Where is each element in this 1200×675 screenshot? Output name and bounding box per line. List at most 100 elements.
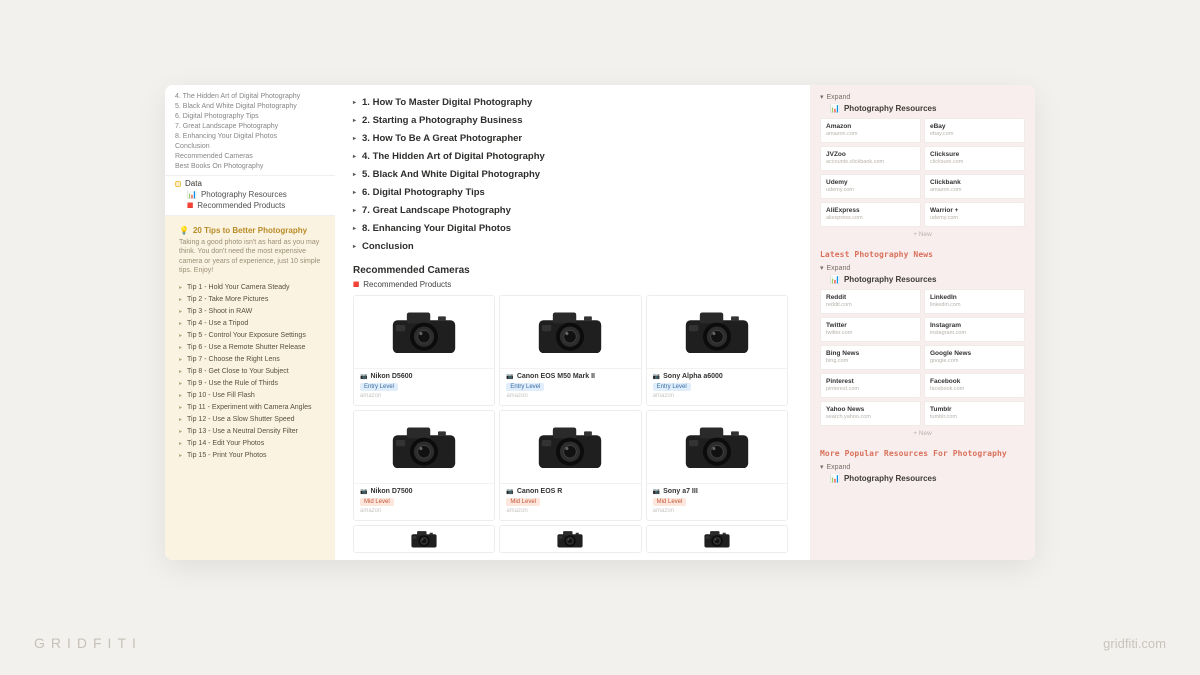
content-heading[interactable]: ▸1. How To Master Digital Photography [353, 93, 788, 111]
sidebar-nav-item[interactable]: 5. Black And White Digital Photography [175, 101, 325, 111]
content-heading[interactable]: ▸3. How To Be A Great Photographer [353, 129, 788, 147]
content-heading[interactable]: ▸6. Digital Photography Tips [353, 183, 788, 201]
camera-card[interactable]: 📷Sony a7 IIIMid Levelamazon [646, 410, 788, 521]
resource-card[interactable]: Instagraminstagram.com [924, 317, 1025, 342]
tip-item[interactable]: ▸Tip 9 - Use the Rule of Thirds [179, 378, 323, 390]
tip-item[interactable]: ▸Tip 4 - Use a Tripod [179, 318, 323, 330]
camera-card-peek[interactable] [353, 525, 495, 553]
resource-url: linkedin.com [930, 302, 1019, 308]
content-heading[interactable]: ▸Conclusion [353, 237, 788, 255]
camera-name: 📷Sony Alpha a6000 [653, 373, 781, 380]
resource-title: Udemy [826, 179, 915, 186]
resource-url: facebook.com [930, 386, 1019, 392]
resource-card[interactable]: Google Newsgoogle.com [924, 345, 1025, 370]
camera-thumb [354, 296, 494, 368]
sidebar-item-recommended[interactable]: Recommended Products [175, 199, 325, 210]
resource-card[interactable]: AliExpressaliexpress.com [820, 202, 921, 227]
content-heading[interactable]: ▸8. Enhancing Your Digital Photos [353, 219, 788, 237]
resource-card[interactable]: eBayebay.com [924, 118, 1025, 143]
sidebar-nav-item[interactable]: 6. Digital Photography Tips [175, 111, 325, 121]
expand-toggle-3[interactable]: Expand [820, 461, 1025, 474]
camera-name: 📷Nikon D7500 [360, 488, 488, 495]
resource-card[interactable]: LinkedInlinkedin.com [924, 289, 1025, 314]
resource-title: Amazon [826, 123, 915, 130]
sidebar-nav-item[interactable]: 4. The Hidden Art of Digital Photography [175, 91, 325, 101]
sidebar-nav-item[interactable]: 8. Enhancing Your Digital Photos [175, 131, 325, 141]
content-heading[interactable]: ▸4. The Hidden Art of Digital Photograph… [353, 147, 788, 165]
resource-card[interactable]: Amazonamazon.com [820, 118, 921, 143]
tip-item[interactable]: ▸Tip 7 - Choose the Right Lens [179, 354, 323, 366]
resource-card[interactable]: Redditreddit.com [820, 289, 921, 314]
sidebar-nav-item[interactable]: Best Books On Photography [175, 161, 325, 171]
tip-item[interactable]: ▸Tip 11 - Experiment with Camera Angles [179, 402, 323, 414]
recommended-icon [353, 280, 359, 289]
tip-item[interactable]: ▸Tip 3 - Shoot in RAW [179, 306, 323, 318]
tip-item[interactable]: ▸Tip 14 - Edit Your Photos [179, 438, 323, 450]
resources-icon [830, 474, 840, 483]
camera-card-peek[interactable] [646, 525, 788, 553]
tip-item[interactable]: ▸Tip 8 - Get Close to Your Subject [179, 366, 323, 378]
resource-card[interactable]: Clicksureclicksure.com [924, 146, 1025, 171]
heading-text: 6. Digital Photography Tips [362, 187, 485, 198]
resource-card[interactable]: Pinterestpinterest.com [820, 373, 921, 398]
resource-card[interactable]: Udemyudemy.com [820, 174, 921, 199]
brand-watermark-right: gridfiti.com [1103, 636, 1166, 651]
tip-item[interactable]: ▸Tip 1 - Hold Your Camera Steady [179, 282, 323, 294]
camera-card[interactable]: 📷Nikon D7500Mid Levelamazon [353, 410, 495, 521]
level-badge: Entry Level [360, 383, 398, 391]
resource-title: Google News [930, 350, 1019, 357]
tip-item[interactable]: ▸Tip 13 - Use a Neutral Density Filter [179, 426, 323, 438]
resources-title-3[interactable]: Photography Resources [820, 474, 1025, 483]
sidebar-data-header[interactable]: Data [175, 179, 325, 188]
tip-item[interactable]: ▸Tip 5 - Control Your Exposure Settings [179, 330, 323, 342]
chevron-right-icon: ▸ [179, 416, 182, 423]
resource-card[interactable]: JVZooaccounts.clickbank.com [820, 146, 921, 171]
chevron-right-icon: ▸ [353, 225, 356, 232]
camera-card-peek[interactable] [499, 525, 641, 553]
tip-item[interactable]: ▸Tip 2 - Take More Pictures [179, 294, 323, 306]
camera-card[interactable]: 📷Nikon D5600Entry Levelamazon [353, 295, 495, 406]
sidebar-nav-item[interactable]: Conclusion [175, 141, 325, 151]
tip-item[interactable]: ▸Tip 10 - Use Fill Flash [179, 390, 323, 402]
content-heading[interactable]: ▸7. Great Landscape Photography [353, 201, 788, 219]
camera-card[interactable]: 📷Canon EOS M50 Mark IIEntry Levelamazon [499, 295, 641, 406]
expand-toggle-2[interactable]: Expand [820, 262, 1025, 275]
tip-label: Tip 7 - Choose the Right Lens [187, 356, 280, 363]
sidebar-nav-item[interactable]: 7. Great Landscape Photography [175, 121, 325, 131]
resource-card[interactable]: Yahoo Newssearch.yahoo.com [820, 401, 921, 426]
chevron-right-icon: ▸ [179, 452, 182, 459]
sidebar-item-resources[interactable]: Photography Resources [175, 188, 325, 199]
resource-url: search.yahoo.com [826, 414, 915, 420]
resource-card[interactable]: Warrior +udemy.com [924, 202, 1025, 227]
main-content[interactable]: ▸1. How To Master Digital Photography▸2.… [335, 85, 810, 560]
resource-card[interactable]: Clickbankamazon.com [924, 174, 1025, 199]
new-button-1[interactable]: + New [820, 227, 1025, 240]
resource-card[interactable]: Twittertwitter.com [820, 317, 921, 342]
tip-item[interactable]: ▸Tip 6 - Use a Remote Shutter Release [179, 342, 323, 354]
resources-icon [187, 190, 197, 199]
camera-card[interactable]: 📷Canon EOS RMid Levelamazon [499, 410, 641, 521]
camera-dot-icon: 📷 [506, 488, 513, 495]
chevron-right-icon: ▸ [179, 308, 182, 315]
content-heading[interactable]: ▸5. Black And White Digital Photography [353, 165, 788, 183]
resources-title-1[interactable]: Photography Resources [820, 104, 1025, 113]
store-label: amazon [506, 508, 634, 514]
resource-card[interactable]: Bing Newsbing.com [820, 345, 921, 370]
recommended-products-subhead[interactable]: Recommended Products [353, 280, 788, 289]
tip-item[interactable]: ▸Tip 12 - Use a Slow Shutter Speed [179, 414, 323, 426]
chevron-right-icon: ▸ [179, 296, 182, 303]
camera-card[interactable]: 📷Sony Alpha a6000Entry Levelamazon [646, 295, 788, 406]
expand-toggle-1[interactable]: Expand [820, 91, 1025, 104]
resource-url: tumblr.com [930, 414, 1019, 420]
resource-card[interactable]: Tumblrtumblr.com [924, 401, 1025, 426]
content-heading[interactable]: ▸2. Starting a Photography Business [353, 111, 788, 129]
resource-card[interactable]: Facebookfacebook.com [924, 373, 1025, 398]
new-button-2[interactable]: + New [820, 426, 1025, 439]
camera-thumb [647, 411, 787, 483]
sidebar-nav-list: 4. The Hidden Art of Digital Photography… [165, 85, 335, 175]
resources-title-2[interactable]: Photography Resources [820, 275, 1025, 284]
resources-icon [830, 275, 840, 284]
tip-label: Tip 5 - Control Your Exposure Settings [187, 332, 306, 339]
tip-item[interactable]: ▸Tip 15 - Print Your Photos [179, 450, 323, 462]
sidebar-nav-item[interactable]: Recommended Cameras [175, 151, 325, 161]
